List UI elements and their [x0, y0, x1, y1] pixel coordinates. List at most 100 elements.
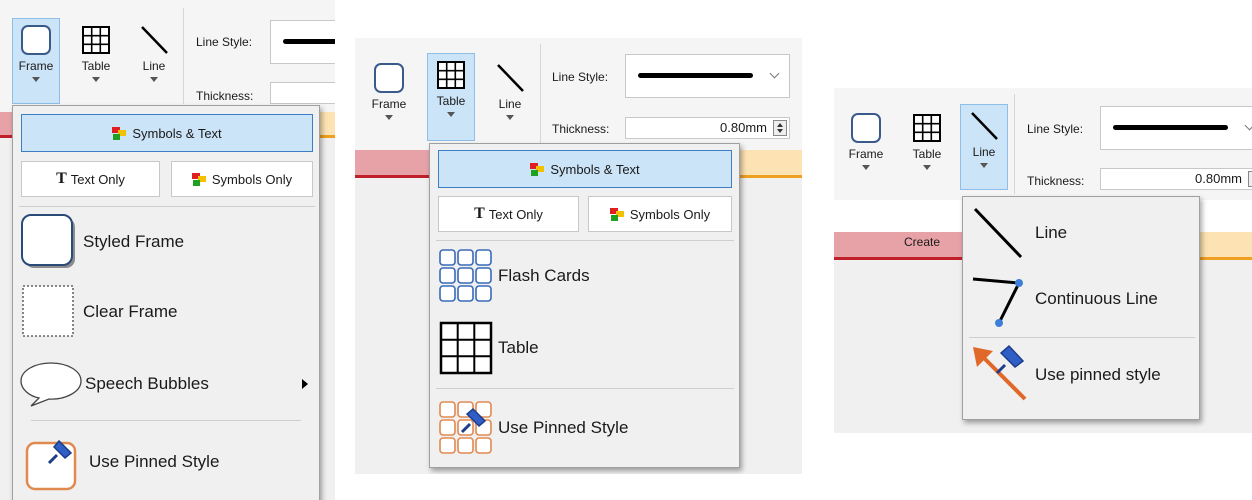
header-band — [1196, 232, 1252, 260]
menu-item-flash-cards[interactable]: Flash Cards — [438, 244, 732, 308]
symbols-icon — [112, 126, 128, 140]
thickness-input[interactable]: 0.80mm — [625, 117, 790, 139]
line-icon — [141, 26, 168, 54]
menu-item-clear-frame[interactable]: Clear Frame — [21, 284, 313, 340]
panel-frame-menu: Frame Table Line Line Style: Thickness: … — [0, 0, 335, 500]
menu-item-use-pinned-style[interactable]: Use Pinned Style — [438, 396, 732, 460]
styled-frame-icon — [21, 214, 75, 268]
line-icon — [973, 207, 1023, 259]
menu-divider — [31, 420, 301, 421]
symbols-only-button[interactable]: Symbols Only — [588, 196, 732, 232]
thickness-spinner[interactable] — [773, 120, 787, 136]
menu-item-speech-bubbles[interactable]: Speech Bubbles — [19, 356, 315, 412]
flash-cards-icon — [439, 249, 492, 302]
pin-icon — [995, 344, 1025, 375]
pinned-flash-cards-icon — [439, 401, 492, 454]
line-button[interactable]: Line — [960, 104, 1008, 190]
symbols-icon — [191, 172, 208, 186]
text-only-button[interactable]: T Text Only — [21, 161, 160, 197]
clear-frame-icon — [22, 285, 74, 337]
frame-button[interactable]: Frame — [12, 18, 60, 104]
chevron-down-icon — [862, 165, 870, 170]
text-icon: T — [474, 205, 485, 222]
menu-item-styled-frame[interactable]: Styled Frame — [21, 214, 313, 270]
pinned-frame-icon — [25, 439, 77, 491]
divider — [540, 44, 541, 144]
menu-item-use-pinned-style[interactable]: Use pinned style — [969, 343, 1195, 407]
line-icon — [497, 64, 524, 92]
panel-line-menu: Frame Table Line Line Style: Thickness: … — [834, 88, 1252, 433]
line-style-swatch — [638, 73, 753, 78]
thickness-input[interactable] — [270, 82, 335, 104]
symbols-only-button[interactable]: Symbols Only — [171, 161, 313, 197]
chevron-down-icon — [385, 115, 393, 120]
speech-bubble-icon — [20, 362, 82, 407]
table-icon — [913, 114, 941, 142]
symbols-icon — [609, 207, 626, 221]
frame-button[interactable]: Frame — [365, 56, 413, 144]
text-icon: T — [56, 170, 67, 187]
line-dropdown-menu: Line Continuous Line Use pinned style — [962, 196, 1200, 420]
frame-icon — [21, 25, 51, 55]
divider — [1014, 94, 1015, 194]
chevron-down-icon — [150, 77, 158, 82]
menu-divider — [969, 337, 1195, 338]
table-icon — [82, 26, 110, 54]
frame-label: Frame — [18, 59, 54, 73]
text-only-button[interactable]: T Text Only — [438, 196, 579, 232]
chevron-down-icon — [32, 77, 40, 82]
chevron-down-icon — [92, 77, 100, 82]
chevron-down-icon — [447, 112, 455, 117]
menu-item-table[interactable]: Table — [438, 316, 732, 380]
line-style-select[interactable] — [270, 20, 335, 64]
symbols-icon — [530, 162, 546, 176]
menu-item-use-pinned-style[interactable]: Use Pinned Style — [21, 432, 313, 492]
submenu-arrow-icon — [302, 379, 308, 389]
table-button[interactable]: Table — [72, 18, 120, 104]
table-dropdown-menu: Symbols & Text T Text Only Symbols Only … — [429, 143, 740, 468]
line-button[interactable]: Line — [486, 56, 534, 144]
create-tab[interactable]: Create — [834, 232, 974, 260]
line-label: Line — [972, 145, 996, 159]
line-style-label: Line Style: — [1027, 122, 1084, 136]
table-button[interactable]: Table — [427, 53, 475, 141]
table-icon — [437, 61, 465, 89]
frame-icon — [851, 113, 881, 143]
line-label: Line — [142, 59, 166, 73]
divider — [183, 8, 184, 104]
frame-button[interactable]: Frame — [842, 106, 890, 192]
thickness-label: Thickness: — [552, 122, 610, 136]
frame-icon — [374, 63, 404, 93]
menu-item-continuous-line[interactable]: Continuous Line — [969, 267, 1195, 331]
menu-divider — [436, 240, 734, 241]
line-label: Line — [498, 97, 522, 111]
thickness-label: Thickness: — [1027, 174, 1085, 188]
continuous-line-icon — [972, 277, 1023, 327]
symbols-text-button[interactable]: Symbols & Text — [438, 150, 732, 188]
thickness-label: Thickness: — [196, 89, 254, 103]
table-label: Table — [436, 94, 466, 108]
pinned-line-icon — [973, 344, 1027, 401]
line-style-label: Line Style: — [196, 35, 253, 49]
line-style-swatch — [283, 39, 335, 44]
chevron-down-icon — [980, 163, 988, 168]
table-button[interactable]: Table — [903, 106, 951, 192]
chevron-down-icon — [506, 115, 514, 120]
line-style-select[interactable] — [1100, 106, 1252, 150]
chevron-down-icon — [769, 68, 780, 79]
menu-item-line[interactable]: Line — [969, 201, 1195, 265]
thickness-input[interactable]: 0.80mm — [1100, 168, 1252, 190]
panel-table-menu: Frame Table Line Line Style: Thickness: … — [355, 38, 802, 474]
symbols-text-button[interactable]: Symbols & Text — [21, 114, 313, 152]
thickness-spinner[interactable] — [1248, 171, 1252, 187]
line-icon — [971, 112, 998, 140]
line-button[interactable]: Line — [130, 18, 178, 104]
menu-divider — [19, 206, 315, 207]
create-tab-label: Create — [904, 235, 941, 249]
line-style-select[interactable] — [625, 54, 790, 98]
line-style-label: Line Style: — [552, 70, 609, 84]
line-style-swatch — [1113, 125, 1228, 130]
menu-divider — [436, 388, 734, 389]
table-label: Table — [81, 59, 111, 73]
frame-label: Frame — [848, 147, 884, 161]
